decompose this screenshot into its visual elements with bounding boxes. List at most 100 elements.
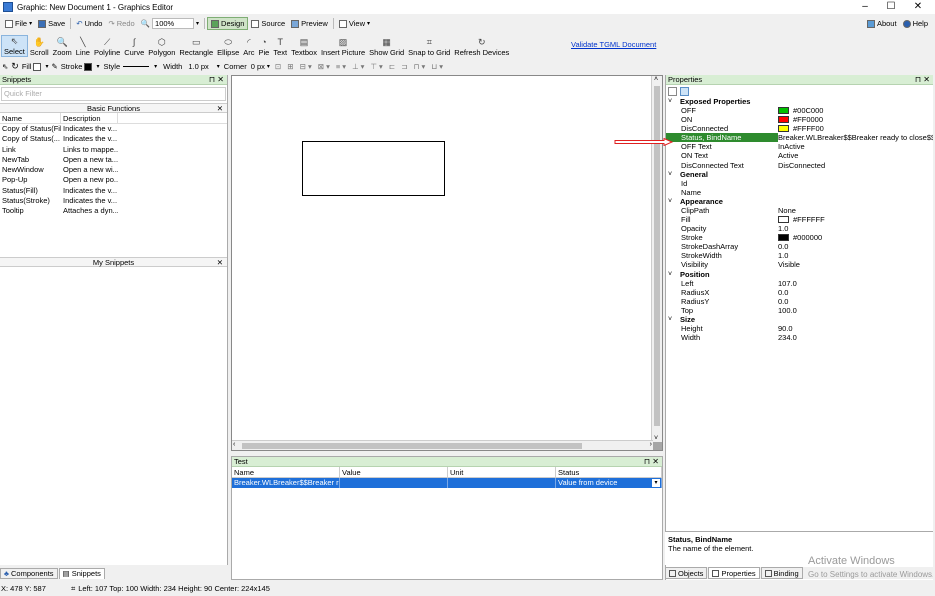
property-row[interactable]: OFF #00C000	[666, 106, 933, 115]
property-value[interactable]: #000000	[778, 233, 933, 242]
scroll-down-icon[interactable]: ˅	[654, 435, 658, 442]
drawing-canvas[interactable]	[232, 76, 653, 442]
property-row[interactable]: StrokeWidth 1.0	[666, 251, 933, 260]
snippet-row[interactable]: Status(Stroke) Indicates the v...	[0, 196, 227, 206]
test-row-status[interactable]: Value from device ▾	[556, 478, 662, 488]
collapse-icon[interactable]: ˅	[668, 197, 680, 206]
property-row[interactable]: Height 90.0	[666, 324, 933, 333]
property-value[interactable]: 90.0	[778, 324, 933, 333]
scroll-right-icon[interactable]: ›	[650, 441, 652, 448]
snippet-row[interactable]: Link Links to mappe...	[0, 145, 227, 155]
property-row[interactable]: Visibility Visible	[666, 260, 933, 269]
property-value[interactable]: Visible	[778, 260, 933, 269]
rotate-icon[interactable]: ↻	[11, 61, 19, 72]
column-name[interactable]: Name	[0, 113, 61, 123]
save-button[interactable]: Save	[35, 17, 68, 30]
pie-tool[interactable]: ◔ Pie	[257, 35, 272, 57]
color-swatch[interactable]	[778, 215, 789, 223]
snippet-row[interactable]: Pop-Up Open a new po...	[0, 175, 227, 185]
maximize-button[interactable]: ☐	[877, 0, 905, 14]
property-row[interactable]: DisConnected #FFFF00	[666, 124, 933, 133]
property-value[interactable]: 100.0	[778, 306, 933, 315]
property-value[interactable]: 1.0	[778, 251, 933, 260]
property-row[interactable]: Status, BindName Breaker.WLBreaker$$Break…	[666, 133, 933, 143]
color-swatch[interactable]	[778, 234, 789, 242]
property-row[interactable]: Stroke #000000	[666, 233, 933, 242]
pin-close-icons[interactable]: ⊓ ✕	[209, 75, 224, 85]
snippet-row[interactable]: Tooltip Attaches a dyn...	[0, 206, 227, 216]
textbox-tool[interactable]: ▤ Textbox	[289, 35, 319, 57]
undo-button[interactable]: ↶ Undo	[73, 17, 105, 30]
vertical-scrollbar[interactable]: ˄ ˅	[651, 76, 662, 442]
property-value[interactable]: InActive	[778, 142, 933, 151]
property-value[interactable]: 107.0	[778, 279, 933, 288]
validate-tgml-link[interactable]: Validate TGML Document	[571, 40, 656, 49]
close-window-button[interactable]: ✕	[904, 0, 932, 14]
line-tool[interactable]: ╲ Line	[74, 35, 92, 57]
collapse-icon[interactable]: ˅	[668, 97, 680, 106]
rectangle-shape[interactable]	[302, 141, 445, 196]
polygon-tool[interactable]: ⬡ Polygon	[146, 35, 177, 57]
property-value[interactable]: DisConnected	[778, 161, 933, 170]
snippet-row[interactable]: Status(Fill) Indicates the v...	[0, 186, 227, 196]
chevron-down-icon[interactable]: ▾	[154, 63, 157, 70]
property-row[interactable]: ON Text Active	[666, 151, 933, 160]
property-row[interactable]: StrokeDashArray 0.0	[666, 242, 933, 251]
property-value[interactable]: Active	[778, 151, 933, 160]
property-category[interactable]: ˅ Size	[666, 315, 933, 324]
close-icon[interactable]: ✕	[217, 258, 223, 267]
property-category[interactable]: ˅ Appearance	[666, 197, 933, 206]
snap-to-grid-tool[interactable]: ⌗ Snap to Grid	[406, 35, 452, 57]
color-swatch[interactable]	[778, 116, 789, 124]
zoom-tool[interactable]: 🔍 Zoom	[51, 35, 74, 57]
property-value[interactable]: 0.0	[778, 242, 933, 251]
property-value[interactable]: 0.0	[778, 288, 933, 297]
test-row-value[interactable]	[340, 478, 448, 488]
column-status[interactable]: Status	[556, 467, 662, 477]
chevron-down-icon[interactable]: ▾	[652, 479, 660, 487]
stroke-swatch[interactable]	[84, 62, 93, 71]
file-menu[interactable]: File ▾	[2, 17, 35, 30]
property-row[interactable]: Left 107.0	[666, 279, 933, 288]
property-category[interactable]: ˅ General	[666, 170, 933, 179]
insert-picture-tool[interactable]: ▨ Insert Picture	[319, 35, 367, 57]
chevron-down-icon[interactable]: ▾	[45, 63, 48, 70]
property-row[interactable]: Id	[666, 179, 933, 188]
property-value[interactable]: #FFFFFF	[778, 215, 933, 224]
zoom-select[interactable]: 🔍 100% ▾	[138, 17, 202, 30]
property-row[interactable]: Opacity 1.0	[666, 224, 933, 233]
chevron-down-icon[interactable]: ▾	[217, 63, 220, 70]
color-swatch[interactable]	[778, 107, 789, 115]
property-value[interactable]	[778, 179, 933, 188]
chevron-down-icon[interactable]: ▾	[267, 63, 270, 70]
scroll-left-icon[interactable]: ‹	[233, 441, 235, 448]
horizontal-scrollbar[interactable]: ‹ ›	[232, 440, 653, 450]
column-value[interactable]: Value	[340, 467, 448, 477]
tab-snippets[interactable]: ▤ Snippets	[58, 568, 105, 579]
scroll-thumb[interactable]	[242, 443, 582, 449]
select-tool[interactable]: ⇖ Select	[1, 35, 28, 57]
align-icons[interactable]: ⊡ ⊞ ⊟▾ ⊠▾ ≡▾ ⊥▾ ⊤▾ ⊏ ⊐ ⊓▾ ⊔▾	[275, 62, 445, 71]
property-value[interactable]: #FF0000	[778, 115, 933, 124]
width-value[interactable]: 1.0 px	[188, 62, 208, 71]
property-row[interactable]: RadiusX 0.0	[666, 288, 933, 297]
redo-button[interactable]: ↷ Redo	[105, 17, 137, 30]
snippet-row[interactable]: NewWindow Open a new wi...	[0, 165, 227, 175]
chevron-down-icon[interactable]: ▾	[96, 63, 99, 70]
tab-binding[interactable]: Binding	[760, 567, 803, 579]
design-tab[interactable]: Design	[207, 17, 249, 30]
property-value[interactable]: Breaker.WLBreaker$$Breaker ready to clos…	[778, 133, 933, 142]
text-tool[interactable]: T Text	[271, 35, 289, 57]
snippet-row[interactable]: NewTab Open a new ta...	[0, 155, 227, 165]
property-category[interactable]: ˅ Exposed Properties	[666, 97, 933, 106]
property-row[interactable]: Top 100.0	[666, 306, 933, 315]
view-menu[interactable]: View ▾	[336, 17, 373, 30]
line-style-swatch[interactable]	[123, 66, 150, 67]
column-name[interactable]: Name	[232, 467, 340, 477]
property-value[interactable]: None	[778, 206, 933, 215]
property-row[interactable]: ClipPath None	[666, 206, 933, 215]
pin-close-icons[interactable]: ⊓ ✕	[644, 457, 659, 467]
property-row[interactable]: DisConnected Text DisConnected	[666, 161, 933, 170]
property-value[interactable]	[778, 188, 933, 197]
property-value[interactable]: #FFFF00	[778, 124, 933, 133]
